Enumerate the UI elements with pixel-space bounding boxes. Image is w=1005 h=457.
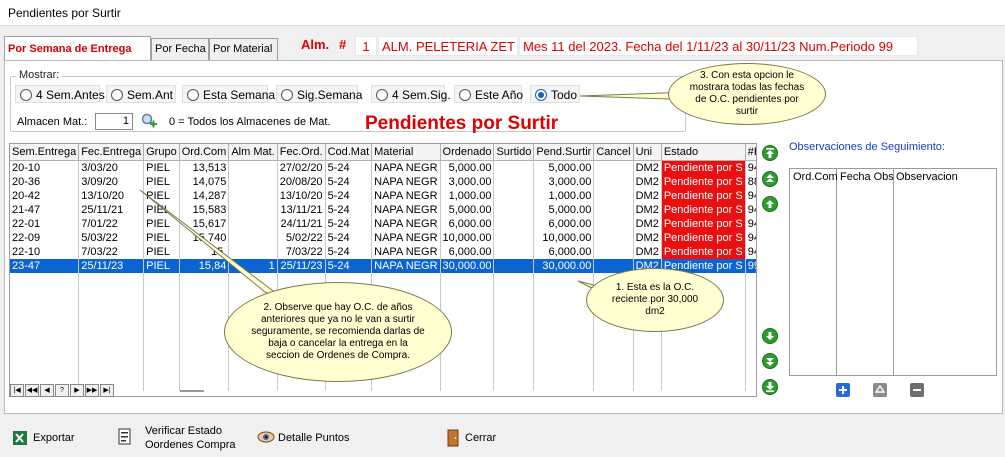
exportar-button[interactable]: Exportar <box>33 432 75 444</box>
callout-pointers <box>139 91 702 301</box>
exit-door-icon <box>444 429 462 447</box>
verificar-estado-label[interactable]: Verificar Estado <box>145 425 222 437</box>
detalle-puntos-button[interactable]: Detalle Puntos <box>278 432 350 444</box>
cerrar-button[interactable]: Cerrar <box>465 432 496 444</box>
excel-icon <box>12 429 30 447</box>
callout-2: 2. Observe que hay O.C. de años anterior… <box>224 282 452 382</box>
verificar-ordenes-label[interactable]: Oordenes Compra <box>145 439 236 451</box>
callout-1: 1. Esta es la O.C. reciente por 30,000 d… <box>586 268 724 332</box>
callout-3: 3. Con esta opcion le mostrara todas las… <box>668 63 826 125</box>
verify-icon <box>116 428 134 446</box>
eye-icon <box>257 428 275 446</box>
